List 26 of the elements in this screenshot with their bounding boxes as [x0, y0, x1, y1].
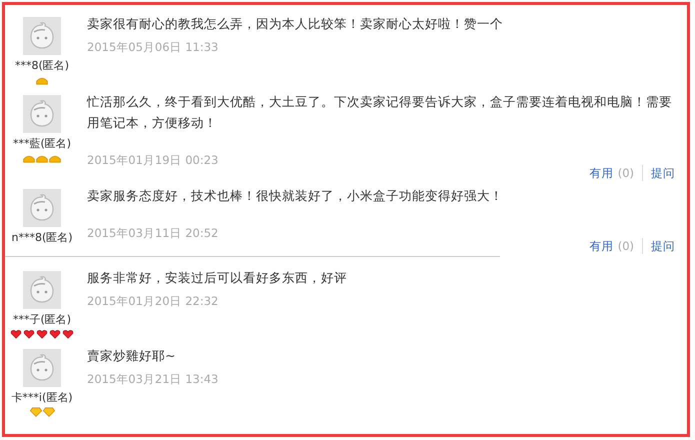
avatar-icon [23, 189, 61, 227]
review-text: 賣家炒雞好耶~ [87, 347, 176, 365]
review-text: 卖家服务态度好，技术也棒！很快就装好了，小米盒子功能变得好强大！ [87, 187, 504, 205]
review-date: 2015年01月19日 00:23 [87, 152, 218, 168]
review-date: 2015年01月20日 22:32 [87, 294, 218, 309]
useful-link[interactable]: 有用 [590, 166, 614, 180]
useful-link[interactable]: 有用 [590, 238, 614, 254]
ask-link[interactable]: 提问 [651, 166, 675, 180]
review-date: 2015年03月21日 13:43 [87, 372, 218, 387]
review-text: 忙活那么久，终于看到大优酷，大土豆了。下次卖家记得要告诉大家，盒子需要连着电视和电脑！需要用笔记本，方便移动！ [87, 93, 673, 132]
review-text: 服务非常好，安装过后可以看好多东西，好评 [87, 269, 348, 287]
user-name: ***藍(匿名) [12, 136, 72, 151]
avatar-icon [23, 95, 61, 133]
user-name: 卡***i(匿名) [11, 390, 73, 405]
useful-count: (0) [618, 239, 634, 253]
review-date: 2015年05月06日 11:33 [87, 40, 218, 55]
review-text: 卖家很有耐心的教我怎么弄，因为本人比较笨！卖家耐心太好啦！赞一个 [87, 15, 504, 33]
review-date: 2015年03月11日 20:52 [87, 226, 218, 240]
user-name: ***子(匿名) [12, 312, 72, 327]
user-name: ***8(匿名) [14, 58, 70, 73]
avatar-icon [23, 349, 61, 387]
ask-link[interactable]: 提问 [651, 238, 675, 254]
user-name: n***8(匿名) [11, 230, 73, 245]
useful-count: (0) [618, 166, 634, 180]
avatar-icon [23, 271, 61, 309]
avatar-icon [23, 17, 61, 55]
